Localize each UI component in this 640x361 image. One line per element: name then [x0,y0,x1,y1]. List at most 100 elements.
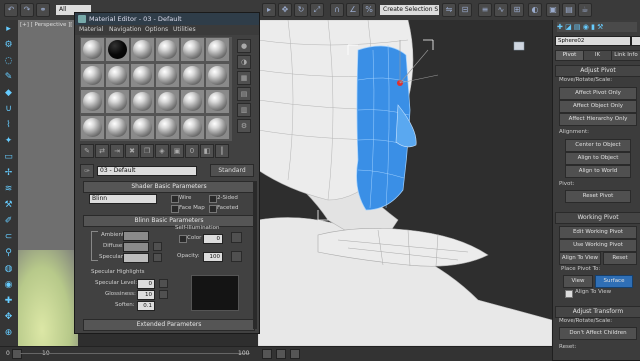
sample-slot[interactable] [106,64,129,87]
shape-icon[interactable]: ◆ [3,88,14,99]
sample-slot[interactable] [156,38,179,61]
light-icon[interactable]: ✦ [3,136,14,147]
menu-options[interactable]: Options [145,26,168,34]
sample-slot[interactable] [131,116,154,139]
opacity-map-button[interactable] [231,251,242,262]
material-name-field[interactable]: 03 - Default [97,166,197,176]
curve-editor-icon[interactable]: ∿ [494,3,508,17]
use-working-pivot-button[interactable]: Use Working Pivot [559,239,637,252]
undo-icon[interactable]: ↶ [4,3,18,17]
menu-utilities[interactable]: Utilities [173,26,196,34]
affect-pivot-only-button[interactable]: Affect Pivot Only [559,87,637,100]
shader-type-dropdown[interactable]: Blinn [89,194,157,204]
pick-material-icon[interactable]: ✑ [80,164,94,178]
glossiness-field[interactable]: 10 [137,290,155,300]
redo-icon[interactable]: ↷ [20,3,34,17]
lasso-icon[interactable]: ◌ [3,56,14,67]
place-pivot-surface-button[interactable]: Surface [595,275,633,288]
select-rotate-icon[interactable]: ↻ [294,3,308,17]
sample-slot[interactable] [131,64,154,87]
self-illum-color-checkbox[interactable] [179,235,187,243]
eye-icon[interactable]: ◉ [3,280,14,291]
percent-snap-icon[interactable]: % [362,3,376,17]
working-pivot-header[interactable]: Working Pivot [555,212,640,224]
object-name-field[interactable]: Sphere02 [555,36,631,46]
viewport-label[interactable]: [+] [ Perspective ][ S [20,22,78,28]
diffuse-color-swatch[interactable] [123,242,149,252]
put-to-scene-icon[interactable]: ⇄ [95,144,109,158]
reset-working-pivot-button[interactable]: Reset [603,252,637,265]
sample-slot[interactable] [181,64,204,87]
auto-key-icon[interactable] [262,349,272,359]
select-object-icon[interactable]: ▸ [262,3,276,17]
face-map-checkbox[interactable] [171,205,179,213]
blinn-rollout-header[interactable]: Blinn Basic Parameters [83,215,255,227]
material-editor-icon[interactable]: ◐ [528,3,542,17]
affect-object-only-button[interactable]: Affect Object Only [559,100,637,113]
sample-slot[interactable] [81,64,104,87]
opacity-value-field[interactable]: 100 [203,252,223,262]
align-to-view-button[interactable]: Align To View [559,252,601,265]
perspective-viewport-left[interactable]: [+] [ Perspective ][ S [18,20,78,346]
diffuse-map-button[interactable] [153,242,162,251]
render-setup-icon[interactable]: ▣ [546,3,560,17]
bone-icon[interactable]: ⚲ [3,248,14,259]
menu-material[interactable]: Material [79,26,103,34]
wire-checkbox[interactable] [171,195,179,203]
zoom-icon[interactable]: ⊕ [3,328,14,339]
sample-slot[interactable] [206,116,229,139]
angle-snap-icon[interactable]: ∠ [346,3,360,17]
dont-affect-children-button[interactable]: Don't Affect Children [559,327,637,340]
set-key-icon[interactable] [276,349,286,359]
self-illum-map-button[interactable] [231,232,242,243]
soften-field[interactable]: 0.1 [137,301,155,311]
shader-rollout-header[interactable]: Shader Basic Parameters [83,181,255,193]
specular-map-button[interactable] [153,253,162,262]
uv-tiling-icon[interactable]: ▤ [237,87,251,101]
extended-rollout-header[interactable]: Extended Parameters [83,319,255,331]
background-icon[interactable]: ▦ [237,71,251,85]
hierarchy-icon[interactable]: ⚙ [3,40,14,51]
align-to-object-button[interactable]: Align to Object [565,152,631,165]
camera-icon[interactable]: ▭ [3,152,14,163]
sample-slot[interactable] [156,64,179,87]
copy-material-icon[interactable]: ❐ [140,144,154,158]
edit-working-pivot-button[interactable]: Edit Working Pivot [559,226,637,239]
systems-icon[interactable]: ⚒ [3,200,14,211]
sample-slot[interactable] [81,90,104,113]
adjust-pivot-header[interactable]: Adjust Pivot [555,65,640,77]
options-icon[interactable]: ⚙ [237,119,251,133]
assign-to-selection-icon[interactable]: ⇥ [110,144,124,158]
link-icon[interactable]: ⚭ [36,3,50,17]
specular-level-field[interactable]: 0 [137,279,155,289]
sample-slot[interactable] [81,38,104,61]
show-end-result-icon[interactable]: ┃ [215,144,229,158]
rollout-scrollbar[interactable] [253,181,257,329]
sample-type-icon[interactable]: ● [237,39,251,53]
named-selection-set-dropdown[interactable]: Create Selection S [380,5,439,15]
sample-slot[interactable] [106,90,129,113]
path-icon[interactable]: ⌇ [3,120,14,131]
specular-level-map-button[interactable] [159,279,168,288]
select-move-icon[interactable]: ✥ [278,3,292,17]
sample-slot[interactable] [206,38,229,61]
two-sided-checkbox[interactable] [209,195,217,203]
tab-link-info[interactable]: Link Info [611,50,640,61]
show-in-viewport-icon[interactable]: ◧ [200,144,214,158]
sample-slot[interactable] [106,116,129,139]
reset-map-icon[interactable]: ✖ [125,144,139,158]
align-to-world-button[interactable]: Align to World [565,165,631,178]
material-editor-titlebar[interactable]: Material Editor - 03 - Default [75,13,259,25]
move-icon[interactable]: ✥ [3,312,14,323]
adjust-transform-header[interactable]: Adjust Transform [555,306,640,318]
put-to-library-icon[interactable]: ▣ [170,144,184,158]
sample-slot[interactable] [156,90,179,113]
sample-slot[interactable] [181,90,204,113]
material-id-icon[interactable]: 0 [185,144,199,158]
reset-pivot-button[interactable]: Reset Pivot [565,190,631,203]
center-to-object-button[interactable]: Center to Object [565,139,631,152]
object-color-swatch[interactable] [631,36,640,46]
affect-hierarchy-only-button[interactable]: Affect Hierarchy Only [559,113,637,126]
wrench-icon[interactable]: ✚ [3,296,14,307]
command-panel-tabs-icons[interactable]: ✚ ◪ ▤ ◉ ▮ ⚒ [557,22,637,32]
